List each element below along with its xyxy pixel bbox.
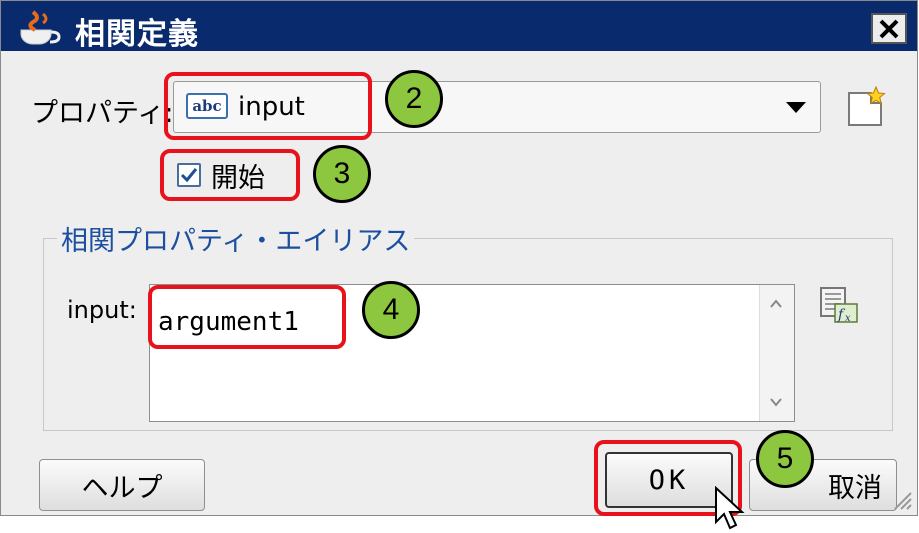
highlight-property	[164, 72, 372, 140]
scroll-down-icon[interactable]	[769, 395, 783, 409]
help-button[interactable]: ヘルプ	[39, 459, 205, 511]
dialog-title: 相関定義	[75, 17, 199, 52]
callout-3: 3	[313, 145, 371, 203]
svg-text:x: x	[845, 313, 851, 324]
title-bar[interactable]: 相関定義	[1, 1, 917, 52]
chevron-down-icon[interactable]	[786, 102, 806, 113]
property-label: プロパティ:	[31, 98, 174, 129]
alias-group-title: 相関プロパティ・エイリアス	[57, 219, 415, 258]
scroll-up-icon[interactable]	[769, 297, 783, 311]
input-alias-label: input:	[67, 296, 137, 324]
callout-2: 2	[385, 70, 443, 128]
close-icon	[879, 19, 899, 38]
close-button[interactable]	[871, 13, 907, 44]
mouse-pointer-icon	[715, 486, 745, 530]
callout-4: 4	[362, 281, 420, 339]
callout-5: 5	[756, 430, 814, 488]
resize-grip-icon[interactable]	[891, 489, 913, 511]
expression-builder-icon[interactable]: f x	[817, 286, 861, 326]
highlight-start	[160, 149, 300, 201]
app-cup-icon	[20, 10, 61, 45]
highlight-input-value	[148, 285, 346, 349]
textarea-scrollbar[interactable]	[759, 285, 794, 421]
new-property-icon[interactable]	[843, 85, 887, 129]
